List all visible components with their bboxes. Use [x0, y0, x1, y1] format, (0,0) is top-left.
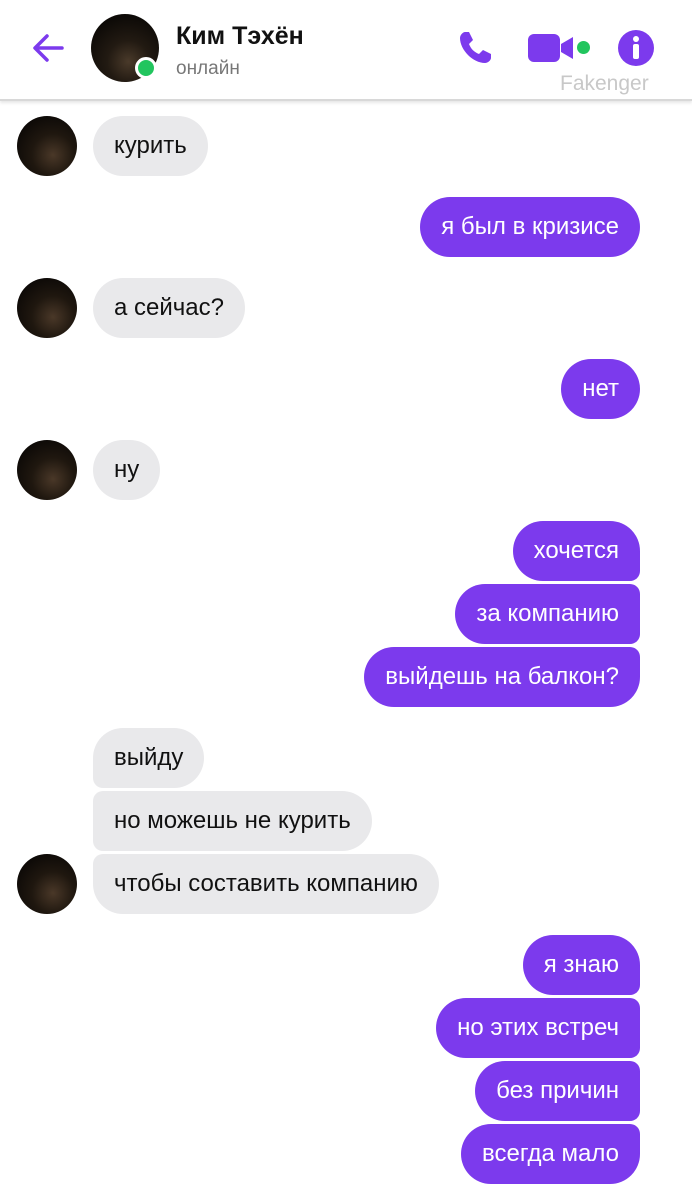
outgoing-message[interactable]: за компанию [455, 584, 640, 644]
app-watermark: Fakenger [560, 72, 649, 95]
outgoing-message[interactable]: хочется [512, 521, 640, 581]
incoming-message[interactable]: но можешь не курить [93, 791, 372, 851]
chat-header: Ким Тэхён онлайн Fakenger [0, 0, 692, 101]
phone-icon[interactable] [455, 28, 495, 68]
contact-name[interactable]: Ким Тэхён [176, 22, 304, 51]
info-icon[interactable] [616, 28, 656, 68]
video-status-dot [577, 41, 590, 54]
back-arrow-icon[interactable] [28, 28, 68, 68]
outgoing-message[interactable]: выйдешь на балкон? [364, 647, 640, 707]
video-camera-icon[interactable] [528, 31, 578, 65]
outgoing-message[interactable]: я был в кризисе [420, 197, 640, 257]
incoming-message[interactable]: чтобы составить компанию [93, 854, 439, 914]
outgoing-message[interactable]: нет [561, 359, 640, 419]
contact-status: онлайн [176, 58, 240, 79]
outgoing-message[interactable]: без причин [475, 1061, 640, 1121]
contact-avatar-small [17, 854, 77, 914]
incoming-message[interactable]: ну [93, 440, 161, 500]
contact-avatar-small [17, 440, 77, 500]
outgoing-message[interactable]: я знаю [522, 935, 640, 995]
message-list: курить я был в кризисе а сейчас? нет ну … [0, 101, 692, 1200]
outgoing-message[interactable]: всегда мало [461, 1124, 640, 1184]
contact-avatar-small [17, 116, 77, 176]
outgoing-message[interactable]: но этих встреч [436, 998, 640, 1058]
online-indicator [135, 57, 157, 79]
contact-avatar-small [17, 278, 77, 338]
incoming-message[interactable]: курить [93, 116, 208, 176]
incoming-message[interactable]: а сейчас? [93, 278, 245, 338]
incoming-message[interactable]: выйду [93, 728, 205, 788]
